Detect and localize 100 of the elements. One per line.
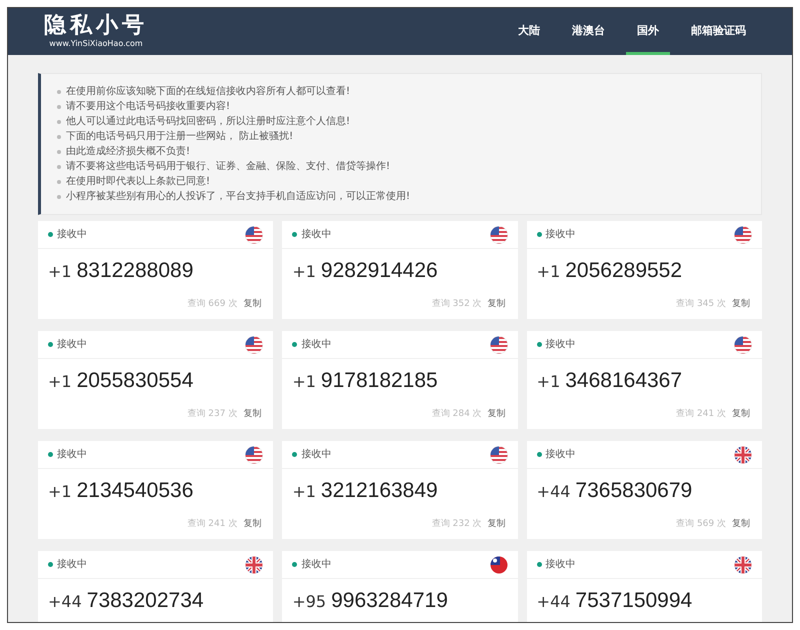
copy-link[interactable]: 复制 — [732, 298, 750, 311]
country-code: +44 — [536, 481, 570, 503]
status-text: 接收中 — [57, 228, 87, 242]
flag-icon — [490, 446, 508, 464]
phone-card[interactable]: 接收中 +1 9178182185 查询 284 次 复制 — [282, 331, 518, 429]
phone-number: 9282914426 — [320, 258, 438, 284]
phone-number: 8312288089 — [76, 258, 194, 284]
query-count: 查询 345 次 — [676, 298, 726, 310]
flag-icon — [734, 226, 752, 244]
copy-link[interactable]: 复制 — [488, 408, 506, 421]
status-text: 接收中 — [57, 558, 87, 572]
country-code: +1 — [292, 371, 316, 393]
status-text: 接收中 — [301, 228, 332, 242]
status-text: 接收中 — [301, 558, 332, 572]
flag-icon — [490, 556, 508, 574]
status-text: 接收中 — [546, 338, 576, 352]
notice-text: 请不要用这个电话号码接收重要内容! — [66, 100, 230, 114]
copy-link[interactable]: 复制 — [488, 518, 506, 531]
phone-card[interactable]: 接收中 +44 7365830679 查询 569 次 复制 — [526, 441, 762, 539]
bullet-icon — [57, 134, 61, 138]
notice-text: 下面的电话号码只用于注册一些网站， 防止被骚扰! — [66, 130, 294, 144]
country-code: +44 — [48, 591, 82, 613]
phone-number: 2055830554 — [76, 368, 194, 394]
query-count: 查询 352 次 — [432, 298, 482, 310]
notice-text: 在使用时即代表以上条款已同意! — [66, 174, 210, 189]
country-code: +1 — [292, 261, 316, 283]
phone-number: 7537150994 — [575, 588, 692, 614]
bullet-icon — [57, 194, 61, 198]
country-code: +95 — [292, 591, 326, 613]
country-code: +1 — [48, 371, 72, 393]
status-text: 接收中 — [546, 558, 576, 572]
flag-icon — [490, 336, 508, 354]
phone-number: 3468164367 — [565, 368, 682, 394]
flag-icon — [490, 226, 508, 244]
bullet-icon — [57, 164, 61, 168]
country-code: +44 — [536, 591, 570, 613]
copy-link[interactable]: 复制 — [243, 518, 262, 531]
site-logo[interactable]: 隐私小号 — [44, 14, 148, 36]
copy-link[interactable]: 复制 — [243, 298, 262, 311]
query-count: 查询 284 次 — [432, 408, 482, 420]
site-url: www.YinSiXiaoHao.com — [49, 38, 143, 48]
status-text: 接收中 — [301, 448, 332, 462]
copy-link[interactable]: 复制 — [488, 298, 506, 311]
phone-card[interactable]: 接收中 +1 2134540536 查询 241 次 复制 — [38, 441, 274, 539]
query-count: 查询 241 次 — [187, 518, 238, 530]
phone-number: 9963284719 — [331, 588, 448, 614]
country-code: +1 — [536, 371, 560, 393]
country-code: +1 — [292, 481, 316, 503]
phone-card[interactable]: 接收中 +1 2056289552 查询 345 次 复制 — [526, 221, 762, 319]
bullet-icon — [57, 150, 61, 154]
notice-text: 小程序被某些别有用心的人投诉了，平台支持手机自适应访问，可以正常使用! — [66, 190, 410, 204]
nav-tab[interactable]: 港澳台 — [561, 8, 616, 55]
flag-icon — [734, 446, 752, 464]
phone-card[interactable]: 接收中 +1 9282914426 查询 352 次 复制 — [282, 221, 518, 319]
status-text: 接收中 — [546, 228, 576, 242]
notice-text: 请不要将这些电话号码用于银行、证券、金融、保险、支付、借贷等操作! — [66, 160, 390, 174]
country-code: +1 — [48, 261, 72, 283]
phone-card[interactable]: 接收中 +1 3468164367 查询 241 次 复制 — [526, 331, 762, 429]
phone-card[interactable]: 接收中 +1 8312288089 查询 669 次 复制 — [38, 221, 274, 319]
flag-icon — [734, 336, 752, 354]
flag-icon — [734, 556, 752, 574]
copy-link[interactable]: 复制 — [732, 518, 750, 531]
query-count: 查询 237 次 — [187, 408, 238, 420]
phone-card[interactable]: 接收中 +95 9963284719 — [282, 551, 518, 622]
copy-link[interactable]: 复制 — [732, 408, 750, 421]
query-count: 查询 232 次 — [432, 518, 482, 530]
flag-icon — [245, 336, 264, 354]
query-count: 查询 669 次 — [187, 298, 238, 310]
nav-tab[interactable]: 邮箱验证码 — [680, 8, 757, 55]
query-count: 查询 241 次 — [676, 408, 726, 420]
phone-number: 9178182185 — [320, 368, 438, 394]
flag-icon — [245, 446, 264, 464]
phone-number: 2134540536 — [76, 478, 194, 504]
phone-number: 3212163849 — [320, 478, 438, 504]
notice-text: 由此造成经济损失概不负责! — [66, 144, 190, 159]
copy-link[interactable]: 复制 — [243, 408, 262, 421]
bullet-icon — [57, 90, 61, 94]
phone-card[interactable]: 接收中 +1 3212163849 查询 232 次 复制 — [282, 441, 518, 539]
phone-card[interactable]: 接收中 +44 7537150994 — [526, 551, 762, 622]
flag-icon — [245, 226, 264, 244]
phone-card[interactable]: 接收中 +44 7383202734 — [38, 551, 274, 622]
bullet-icon — [57, 120, 61, 124]
bullet-icon — [57, 180, 61, 184]
status-text: 接收中 — [57, 448, 87, 462]
query-count: 查询 569 次 — [676, 518, 726, 530]
phone-number: 2056289552 — [565, 258, 682, 284]
country-code: +1 — [536, 261, 560, 283]
status-text: 接收中 — [301, 338, 332, 352]
phone-number: 7365830679 — [575, 478, 692, 504]
status-text: 接收中 — [57, 338, 87, 352]
phone-card[interactable]: 接收中 +1 2055830554 查询 237 次 复制 — [38, 331, 274, 429]
country-code: +1 — [48, 481, 72, 503]
bullet-icon — [57, 104, 61, 108]
nav-tab[interactable]: 国外 — [626, 8, 670, 55]
flag-icon — [245, 556, 264, 574]
notice-text: 在使用前你应该知晓下面的在线短信接收内容所有人都可以查看! — [66, 84, 350, 99]
notice-text: 他人可以通过此电话号码找回密码，所以注册时应注意个人信息! — [66, 114, 350, 129]
nav-tab[interactable]: 大陆 — [507, 8, 551, 55]
status-text: 接收中 — [546, 448, 576, 462]
phone-number: 7383202734 — [86, 588, 204, 614]
